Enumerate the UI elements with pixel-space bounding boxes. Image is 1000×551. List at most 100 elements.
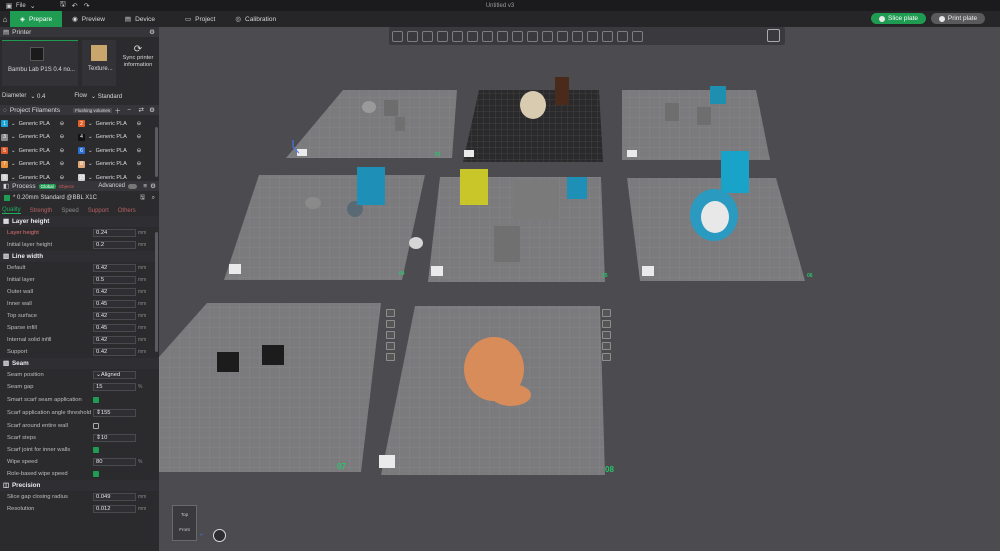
tab-support[interactable]: Support: [88, 208, 109, 214]
filament-color-swatch[interactable]: 9: [1, 174, 8, 181]
support-paint-icon[interactable]: [557, 30, 568, 42]
filament-item[interactable]: 2 ⌄ Generic PLA ⊖: [78, 120, 141, 127]
view-settings-icon[interactable]: [767, 29, 780, 42]
filament-edit-icon[interactable]: ⊖: [60, 175, 65, 181]
layers-tool-icon[interactable]: [467, 30, 478, 42]
scarf-inner-walls-checkbox[interactable]: [93, 447, 99, 453]
line-width-input[interactable]: 0.45: [93, 324, 136, 332]
undo-icon[interactable]: ↶: [70, 2, 80, 10]
scale-icon[interactable]: [512, 30, 523, 42]
line-width-input[interactable]: 0.45: [93, 300, 136, 308]
lock-plate-icon[interactable]: [602, 342, 611, 350]
save-preset-icon[interactable]: 🖫: [140, 193, 145, 203]
tab-project[interactable]: ▭ Project: [175, 11, 225, 27]
filament-color-swatch[interactable]: 5: [1, 147, 8, 154]
add-object-icon[interactable]: [392, 30, 403, 42]
seam-gap-input[interactable]: 15: [93, 383, 136, 391]
filament-edit-icon[interactable]: ⊖: [60, 161, 65, 167]
tab-strength[interactable]: Strength: [30, 208, 53, 214]
smart-scarf-checkbox[interactable]: [93, 396, 99, 403]
resolution-input[interactable]: 0.012: [93, 505, 136, 513]
lay-on-face-icon[interactable]: [527, 30, 538, 42]
color-paint-icon[interactable]: [587, 30, 598, 42]
arrange-plate-icon[interactable]: [602, 331, 611, 339]
filament-edit-icon[interactable]: ⊖: [60, 121, 65, 127]
sync-printer-button[interactable]: ⟳ Sync printer information: [118, 40, 158, 86]
global-toggle[interactable]: Global: [38, 183, 56, 189]
chevron-down-icon[interactable]: ⌄: [88, 148, 93, 154]
arrange-plate-icon[interactable]: [386, 331, 395, 339]
3d-viewport[interactable]: 02 04 05 06 07 08 Top Front ⌐: [159, 27, 1000, 551]
filament-edit-icon[interactable]: ⊖: [60, 148, 65, 154]
tab-calibration[interactable]: ◎ Calibration: [225, 11, 286, 27]
orbit-icon[interactable]: [213, 529, 226, 542]
tab-quality[interactable]: Quality: [2, 207, 21, 214]
gear-icon[interactable]: ⚙: [149, 106, 155, 114]
chevron-down-icon[interactable]: ⌄: [11, 161, 16, 167]
chevron-down-icon[interactable]: ⌄: [88, 175, 93, 181]
delete-plate-icon[interactable]: [602, 309, 611, 317]
filament-color-swatch[interactable]: 2: [78, 120, 85, 127]
filament-edit-icon[interactable]: ⊖: [137, 148, 142, 154]
home-icon[interactable]: ⌂: [0, 11, 10, 27]
role-wipe-speed-checkbox[interactable]: [93, 471, 99, 477]
seam-position-select[interactable]: ⌄ Aligned: [93, 371, 136, 379]
gear-icon[interactable]: ⚙: [150, 182, 156, 190]
filament-item[interactable]: 10 ⌄ Generic PLA ⊖: [78, 174, 141, 181]
chevron-down-icon[interactable]: ⌄: [11, 175, 16, 181]
orient-plate-icon[interactable]: [602, 320, 611, 328]
tab-preview[interactable]: ◉ Preview: [62, 11, 115, 27]
filament-item[interactable]: 5 ⌄ Generic PLA ⊖: [1, 147, 64, 154]
chevron-down-icon[interactable]: ⌄: [88, 134, 93, 140]
delete-plate-icon[interactable]: [386, 309, 395, 317]
filament-item[interactable]: 3 ⌄ Generic PLA ⊖: [1, 133, 65, 141]
line-width-input[interactable]: 0.42: [93, 348, 136, 356]
filament-edit-icon[interactable]: ⊖: [137, 134, 142, 140]
filament-item[interactable]: 6 ⌄ Generic PLA ⊖: [78, 147, 141, 154]
filament-color-swatch[interactable]: 1: [1, 120, 8, 127]
filament-edit-icon[interactable]: ⊖: [137, 175, 142, 181]
line-width-input[interactable]: 0.42: [93, 312, 136, 320]
filament-item[interactable]: 7 ⌄ Generic PLA ⊖: [1, 160, 65, 168]
file-menu[interactable]: File: [16, 3, 26, 9]
filament-color-swatch[interactable]: 6: [78, 147, 85, 154]
filament-item[interactable]: 4 ⌄ Generic PLA ⊖: [78, 133, 142, 141]
search-icon[interactable]: ⌕: [152, 195, 155, 202]
plate-card[interactable]: Texture...: [82, 40, 116, 86]
filament-color-swatch[interactable]: 4: [78, 133, 85, 141]
rotate-icon[interactable]: [497, 30, 508, 42]
split-icon[interactable]: [452, 30, 463, 42]
chevron-down-icon[interactable]: ⌄: [11, 148, 16, 154]
advanced-toggle[interactable]: [128, 183, 137, 189]
save-icon[interactable]: 🖫: [58, 0, 68, 11]
filament-item[interactable]: 8 ⌄ Generic PLA ⊖: [78, 160, 142, 168]
filament-color-swatch[interactable]: 10: [78, 174, 85, 181]
slice-plate-button[interactable]: Slice plate: [871, 13, 926, 24]
chevron-down-icon[interactable]: ⌄: [11, 134, 16, 140]
view-cube[interactable]: Top Front: [172, 505, 197, 541]
chevron-down-icon[interactable]: ⌄: [11, 121, 16, 127]
print-plate-button[interactable]: Print plate: [931, 13, 985, 24]
seam-paint-icon[interactable]: [572, 30, 583, 42]
filament-edit-icon[interactable]: ⊖: [137, 121, 142, 127]
filament-item[interactable]: 1 ⌄ Generic PLA ⊖: [1, 120, 64, 127]
filament-item[interactable]: 9 ⌄ Generic PLA ⊖: [1, 174, 64, 181]
orient-plate-icon[interactable]: [386, 320, 395, 328]
move-icon[interactable]: [482, 30, 493, 42]
tab-others[interactable]: Others: [118, 208, 136, 214]
filament-edit-icon[interactable]: ⊖: [137, 161, 142, 167]
filament-color-swatch[interactable]: 3: [1, 133, 8, 141]
redo-icon[interactable]: ↷: [82, 2, 92, 10]
scarf-angle-input[interactable]: ⇕ 155: [93, 409, 136, 417]
line-width-input[interactable]: 0.42: [93, 288, 136, 296]
filament-edit-icon[interactable]: ⊖: [60, 134, 65, 140]
sync-icon[interactable]: ⇄: [139, 106, 144, 114]
tab-device[interactable]: ▤ Device: [115, 11, 165, 27]
scarf-entire-wall-checkbox[interactable]: [93, 423, 99, 429]
add-icon[interactable]: ＋: [115, 105, 122, 115]
filament-color-swatch[interactable]: 7: [1, 160, 8, 168]
chevron-down-icon[interactable]: ⌄: [28, 2, 38, 10]
text-icon[interactable]: [602, 30, 613, 42]
assembly-icon[interactable]: [632, 30, 643, 42]
line-width-input[interactable]: 0.42: [93, 264, 136, 272]
